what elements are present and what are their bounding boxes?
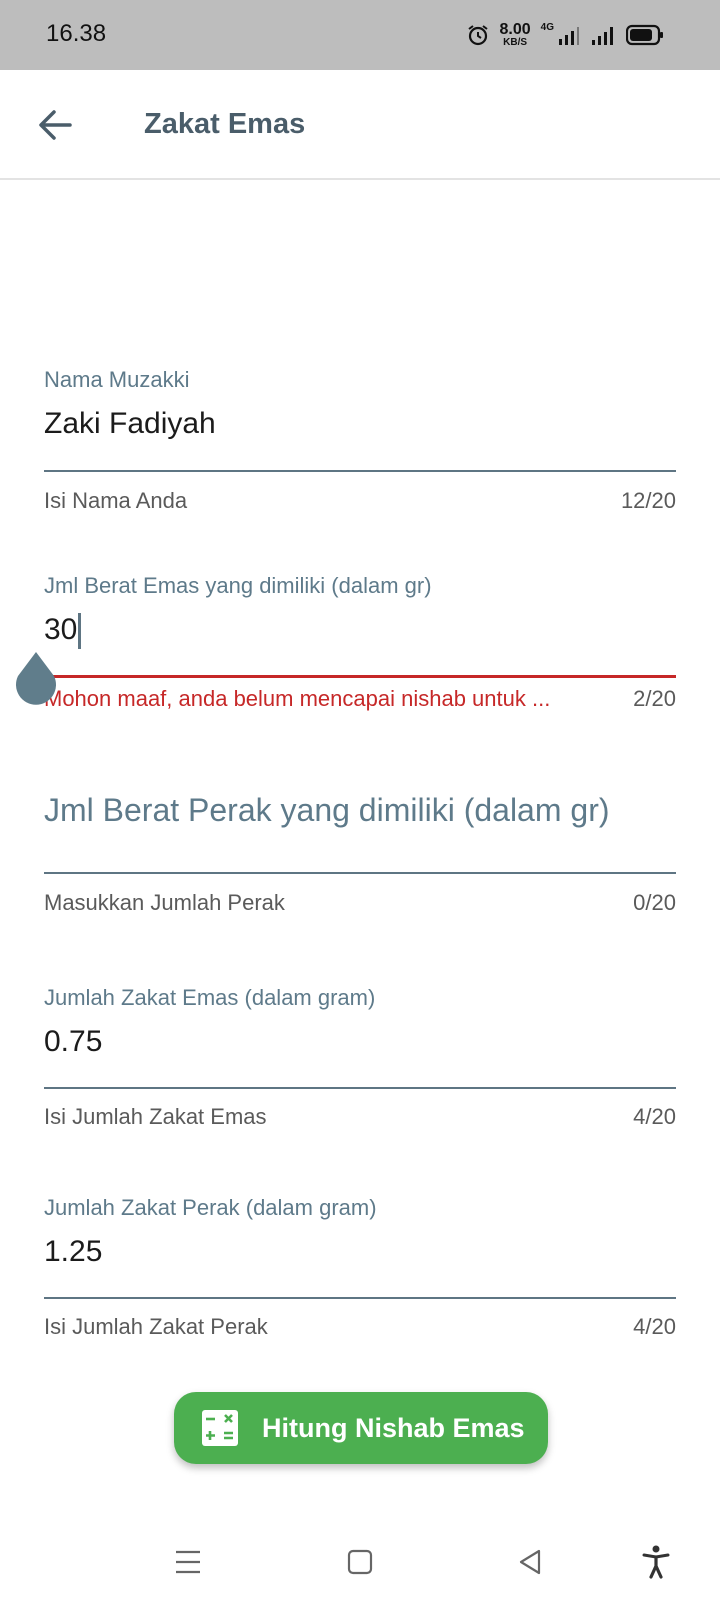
perak-counter: 0/20 [633,890,676,915]
emas-input-value: 30 [44,613,78,646]
perak-helper: Masukkan Jumlah Perak [44,890,285,915]
perak-input[interactable]: Jml Berat Perak yang dimiliki (dalam gr) [44,792,676,829]
system-nav-bar [0,1520,720,1600]
berat-perak-field[interactable]: Jml Berat Perak yang dimiliki (dalam gr)… [44,792,676,932]
zakat-emas-helper: Isi Jumlah Zakat Emas [44,1104,267,1129]
hitung-nishab-label: Hitung Nishab Emas [262,1412,525,1443]
nama-muzakki-field[interactable]: Nama Muzakki Zaki Fadiyah Isi Nama Anda … [44,366,676,516]
page-title: Zakat Emas [144,108,306,140]
network-type: 4G [540,22,554,33]
status-bar: 16.38 8.00 KB/S 4G [0,0,720,70]
cursor-handle[interactable] [14,652,58,706]
nav-home-button[interactable] [340,1542,380,1582]
nama-input[interactable]: Zaki Fadiyah [44,404,676,444]
signal-icon [559,27,579,45]
back-button[interactable] [32,102,78,148]
status-icons: 8.00 KB/S 4G [466,18,664,52]
nama-underline [44,470,676,472]
signal-icon-2 [592,27,613,45]
network-speed: 8.00 KB/S [500,22,531,48]
status-time: 16.38 [46,20,107,47]
nav-menu-button[interactable] [168,1542,208,1582]
nama-label: Nama Muzakki [44,367,190,392]
zakat-perak-input[interactable]: 1.25 [44,1232,676,1272]
berat-emas-field[interactable]: Jml Berat Emas yang dimiliki (dalam gr) … [44,572,676,722]
emas-underline [44,675,676,678]
zakat-perak-counter: 4/20 [633,1314,676,1339]
emas-label: Jml Berat Emas yang dimiliki (dalam gr) [44,573,432,598]
emas-counter: 2/20 [633,686,676,711]
back-triangle-icon [519,1549,541,1575]
perak-underline [44,872,676,874]
arrow-left-icon [39,110,72,140]
nav-back-button[interactable] [510,1542,550,1582]
alarm-icon [467,25,488,46]
nama-helper: Isi Nama Anda [44,488,188,513]
home-square-icon [347,1549,373,1575]
accessibility-button[interactable] [636,1542,676,1582]
jumlah-zakat-emas-field[interactable]: Jumlah Zakat Emas (dalam gram) 0.75 Isi … [44,984,676,1134]
jumlah-zakat-perak-field[interactable]: Jumlah Zakat Perak (dalam gram) 1.25 Isi… [44,1194,676,1344]
speed-unit: KB/S [503,37,528,48]
zakat-perak-underline [44,1297,676,1299]
app-bar: Zakat Emas [0,70,720,180]
hitung-nishab-button[interactable]: Hitung Nishab Emas [174,1392,548,1464]
zakat-emas-counter: 4/20 [633,1104,676,1129]
zakat-emas-input[interactable]: 0.75 [44,1022,676,1062]
zakat-perak-helper: Isi Jumlah Zakat Perak [44,1314,268,1339]
menu-icon [176,1550,200,1574]
zakat-perak-label: Jumlah Zakat Perak (dalam gram) [44,1195,377,1220]
emas-input[interactable]: 30 [44,610,676,650]
zakat-emas-label: Jumlah Zakat Emas (dalam gram) [44,985,376,1010]
text-cursor [78,613,82,650]
accessibility-icon [642,1545,670,1579]
zakat-emas-underline [44,1087,676,1089]
speed-value: 8.00 [499,21,531,38]
calculator-icon [202,1410,238,1446]
nama-counter: 12/20 [620,488,676,513]
emas-error: Mohon maaf, anda belum mencapai nishab u… [44,686,551,711]
battery-icon [626,24,663,46]
